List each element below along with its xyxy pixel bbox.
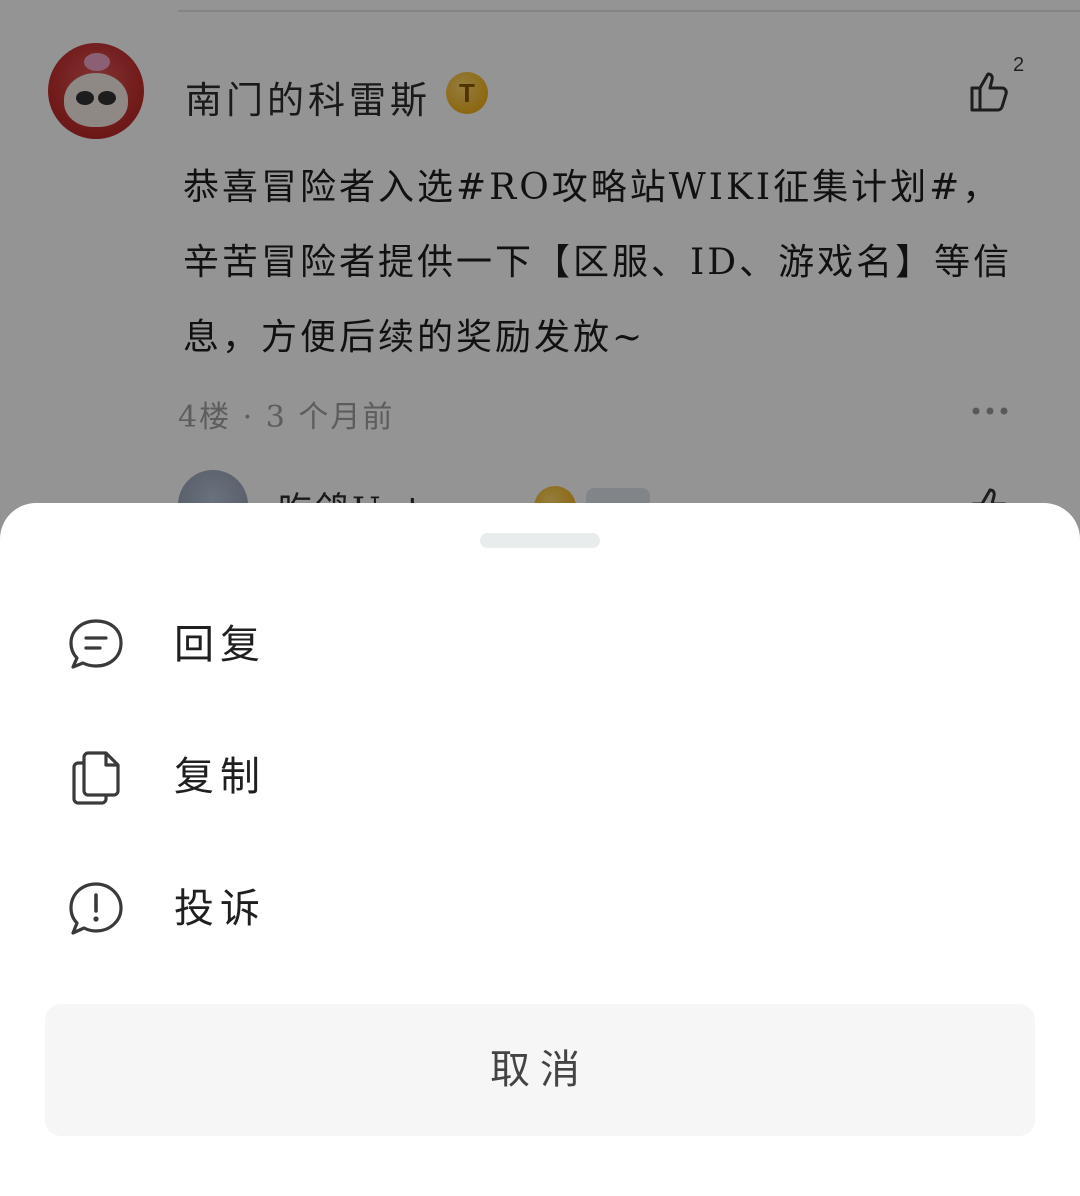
menu-item-report[interactable]: 投诉 [0, 843, 1080, 975]
menu-item-label: 投诉 [174, 886, 266, 932]
message-icon [69, 619, 123, 669]
action-sheet: 回复 复制 投诉 取消 [0, 503, 1080, 1196]
menu-item-label: 回复 [174, 622, 266, 668]
cancel-button[interactable]: 取消 [45, 1004, 1035, 1136]
menu-item-label: 复制 [174, 754, 266, 800]
menu-item-copy[interactable]: 复制 [0, 711, 1080, 843]
sheet-handle[interactable] [480, 533, 600, 548]
menu-item-reply[interactable]: 回复 [0, 579, 1080, 711]
warning-icon [69, 882, 123, 935]
copy-icon [72, 751, 120, 805]
screen: 南门的科雷斯 T 2 恭喜冒险者入选#RO攻略站WIKI征集计划#，辛苦冒险者提… [0, 0, 1080, 1196]
